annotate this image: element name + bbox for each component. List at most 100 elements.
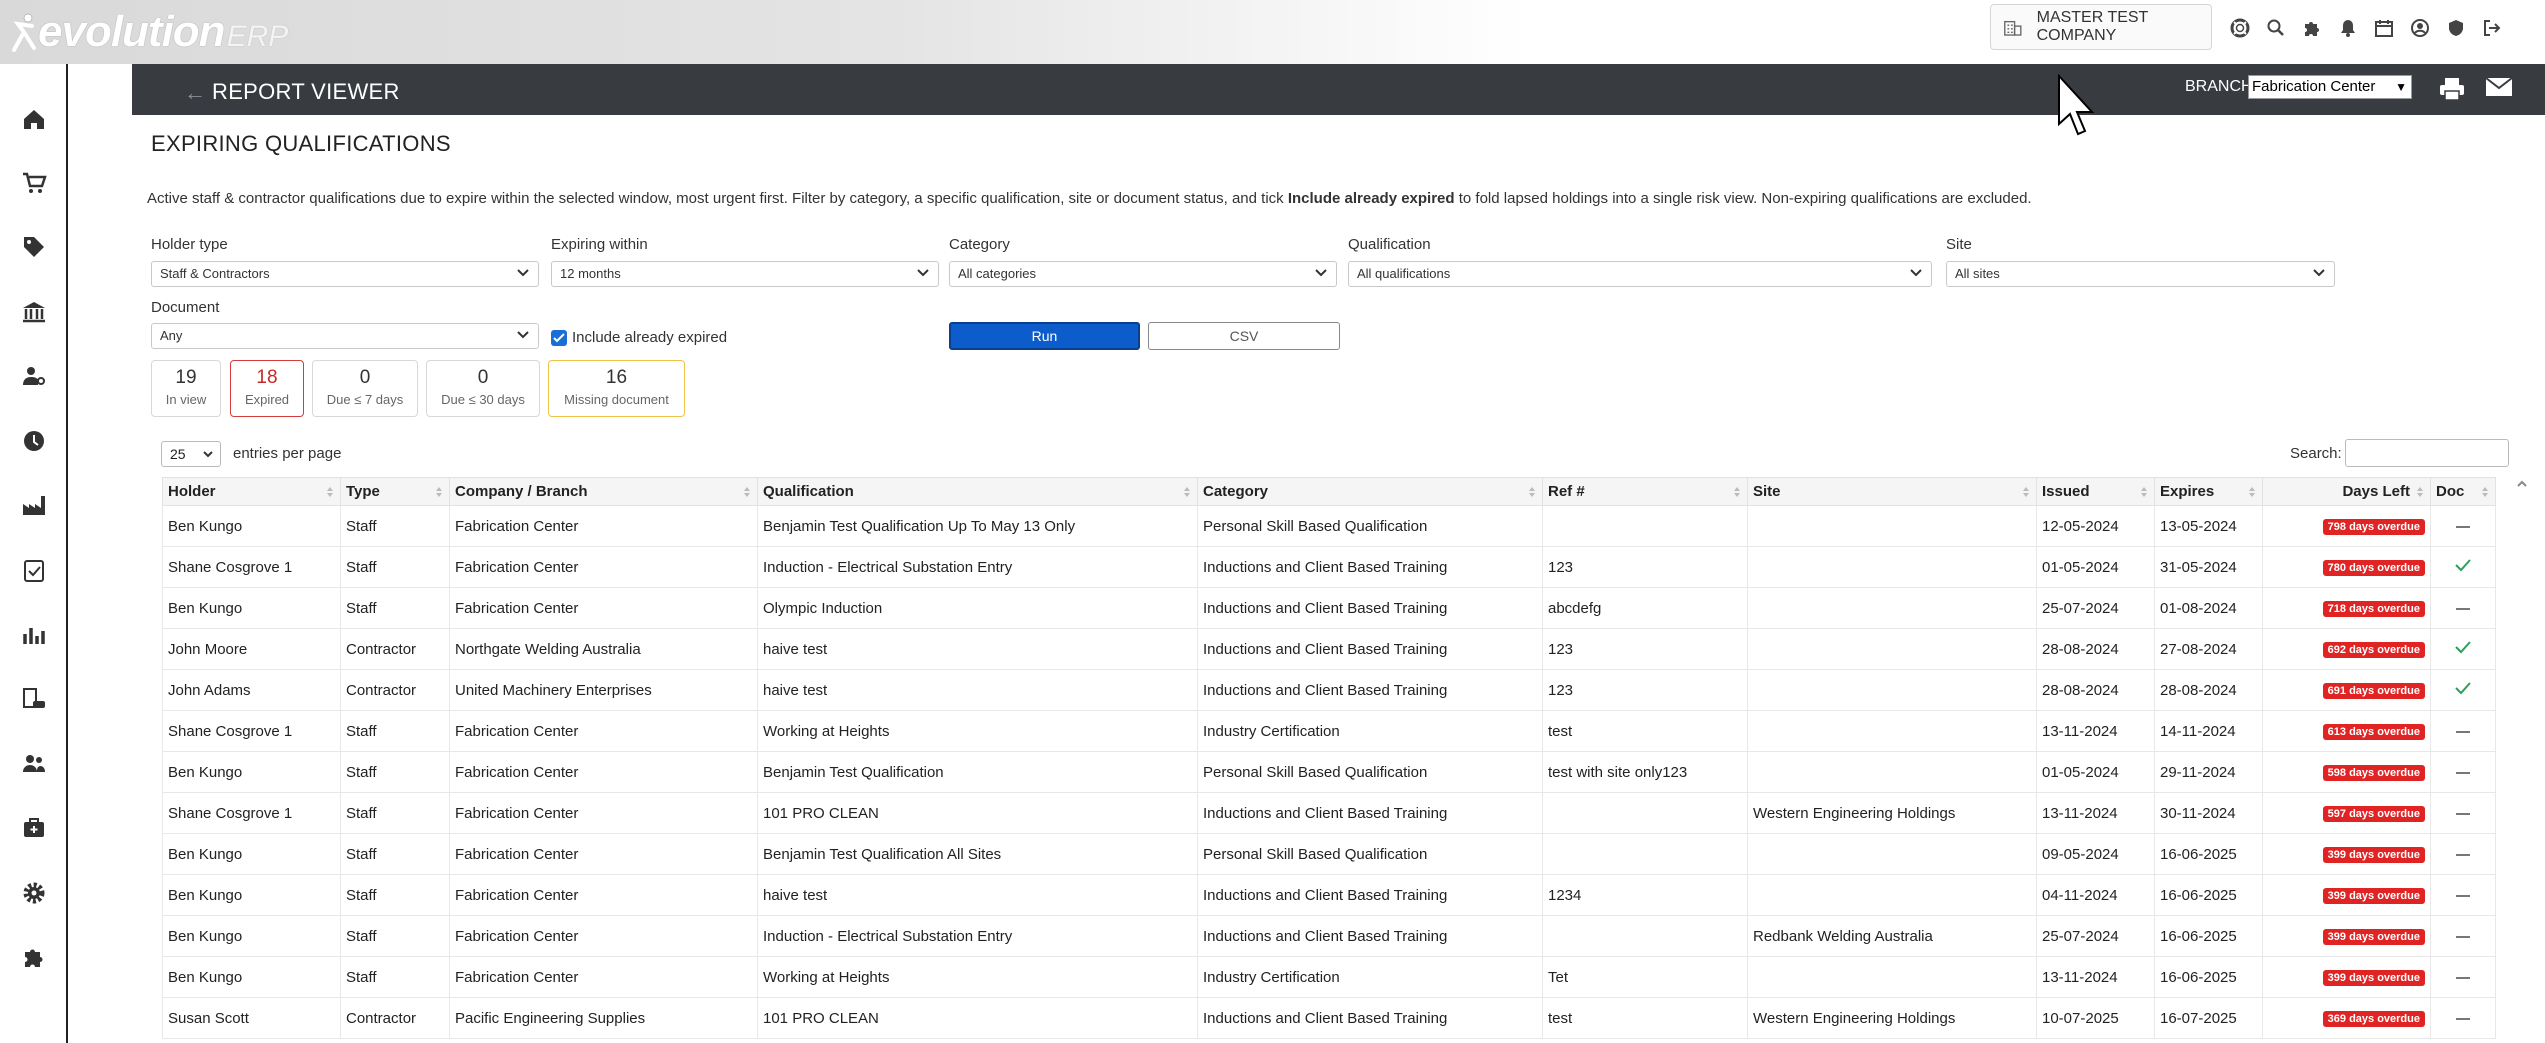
chevron-down-icon [2313,269,2325,277]
site-select[interactable]: All sites [1946,261,2335,287]
users-icon[interactable] [0,744,68,784]
sort-icon[interactable] [1733,486,1741,498]
cell-expires: 31-05-2024 [2154,546,2263,588]
building-car-icon[interactable] [0,679,68,719]
table-row[interactable]: Ben Kungo Staff Fabrication Center Benjamin… [162,751,2496,793]
stat-due-7-days[interactable]: 0 Due ≤ 7 days [312,360,418,417]
search-input[interactable] [2345,439,2509,467]
cell-qualification: Benjamin Test Qualification All Sites [757,833,1198,875]
bar-chart-icon[interactable] [0,615,68,655]
sort-icon[interactable] [1528,486,1536,498]
top-bar: evolution ERP MASTER TEST COMPANY [0,0,2545,64]
document-select[interactable]: Any [151,323,539,349]
table-row[interactable]: Shane Cosgrove 1 Staff Fabrication Center I… [162,546,2496,588]
column-header-category[interactable]: Category [1197,477,1543,506]
overdue-badge: 399 days overdue [2322,929,2425,945]
cell-site [1747,710,2037,752]
column-header-days-left[interactable]: Days Left [2262,477,2431,506]
cell-type: Staff [340,505,450,547]
table-row[interactable]: Ben Kungo Staff Fabrication Center Benjamin… [162,505,2496,547]
lifebuoy-icon[interactable] [2222,14,2258,42]
table-row[interactable]: Ben Kungo Staff Fabrication Center Benjamin… [162,833,2496,875]
cell-site [1747,669,2037,711]
table-row[interactable]: Ben Kungo Staff Fabrication Center Inductio… [162,915,2496,957]
table-row[interactable]: Susan Scott Contractor Pacific Engineering… [162,997,2496,1039]
cell-days-left: 613 days overdue [2262,710,2431,752]
check-icon [2455,641,2471,654]
user-gear-icon[interactable] [0,356,68,396]
logout-icon[interactable] [2474,14,2510,42]
print-icon[interactable] [2438,76,2466,107]
table-row[interactable]: John Moore Contractor Northgate Welding Au… [162,628,2496,670]
puzzle-icon[interactable] [0,937,68,977]
calendar-icon[interactable] [2366,14,2402,42]
category-select[interactable]: All categories [949,261,1337,287]
table-scrollbar[interactable] [2513,477,2531,1043]
sort-icon[interactable] [2140,486,2148,498]
table-row[interactable]: John Adams Contractor United Machinery Ent… [162,669,2496,711]
overdue-badge: 399 days overdue [2322,888,2425,904]
branch-select[interactable]: Fabrication Center ▼ [2248,75,2412,99]
csv-button[interactable]: CSV [1148,322,1340,350]
cell-holder: Ben Kungo [162,505,341,547]
scroll-up-icon[interactable] [2513,477,2531,491]
clipboard-check-icon[interactable] [0,550,68,590]
stat-expired[interactable]: 18 Expired [230,360,304,417]
sort-icon[interactable] [743,486,751,498]
user-circle-icon[interactable] [2402,14,2438,42]
stat-missing-document[interactable]: 16 Missing document [548,360,685,417]
no-document-dash-icon [2456,976,2470,979]
bank-icon[interactable] [0,292,68,332]
company-selector[interactable]: MASTER TEST COMPANY [1990,4,2212,50]
sort-icon[interactable] [326,486,334,498]
brand-suffix: ERP [226,20,289,53]
column-header-ref[interactable]: Ref # [1542,477,1748,506]
sort-icon[interactable] [2248,486,2256,498]
app-logo[interactable]: evolution ERP [10,4,288,60]
table-row[interactable]: Shane Cosgrove 1 Staff Fabrication Center W… [162,710,2496,752]
qualification-select[interactable]: All qualifications [1348,261,1932,287]
stat-label: Expired [244,392,290,407]
column-header-type[interactable]: Type [340,477,450,506]
table-row[interactable]: Ben Kungo Staff Fabrication Center haive te… [162,874,2496,916]
run-button[interactable]: Run [949,322,1140,350]
sort-icon[interactable] [2481,486,2489,498]
search-icon[interactable] [2258,14,2294,42]
overdue-badge: 399 days overdue [2322,970,2425,986]
tag-icon[interactable] [0,227,68,267]
sort-icon[interactable] [1183,486,1191,498]
sort-icon[interactable] [435,486,443,498]
clock-icon[interactable] [0,421,68,461]
column-header-issued[interactable]: Issued [2036,477,2155,506]
column-header-holder[interactable]: Holder [162,477,341,506]
briefcase-medical-icon[interactable] [0,808,68,848]
cart-icon[interactable] [0,163,68,203]
branch-label: BRANCH: [2185,78,2258,95]
page-length-select[interactable]: 25 [161,441,221,467]
include-expired-checkbox[interactable] [551,330,567,346]
home-icon[interactable] [0,99,68,139]
include-expired-label[interactable]: Include already expired [572,329,727,346]
sort-icon[interactable] [2416,486,2424,498]
stat-due-30-days[interactable]: 0 Due ≤ 30 days [426,360,540,417]
column-header-expires[interactable]: Expires [2154,477,2263,506]
expiring-within-select[interactable]: 12 months [551,261,939,287]
column-header-doc[interactable]: Doc [2430,477,2496,506]
holder-type-select[interactable]: Staff & Contractors [151,261,539,287]
cell-expires: 29-11-2024 [2154,751,2263,793]
column-header-site[interactable]: Site [1747,477,2037,506]
column-header-company[interactable]: Company / Branch [449,477,758,506]
mail-icon[interactable] [2485,76,2513,103]
shield-icon[interactable] [2438,14,2474,42]
column-header-qualification[interactable]: Qualification [757,477,1198,506]
cell-site [1747,874,2037,916]
table-row[interactable]: Shane Cosgrove 1 Staff Fabrication Center 1… [162,792,2496,834]
table-row[interactable]: Ben Kungo Staff Fabrication Center Olympic … [162,587,2496,629]
puzzle-icon[interactable] [2294,14,2330,42]
bell-icon[interactable] [2330,14,2366,42]
back-arrow-icon[interactable]: ← [184,80,206,106]
factory-icon[interactable] [0,485,68,525]
sort-icon[interactable] [2022,486,2030,498]
gear-icon[interactable] [0,873,68,913]
table-row[interactable]: Ben Kungo Staff Fabrication Center Working … [162,956,2496,998]
